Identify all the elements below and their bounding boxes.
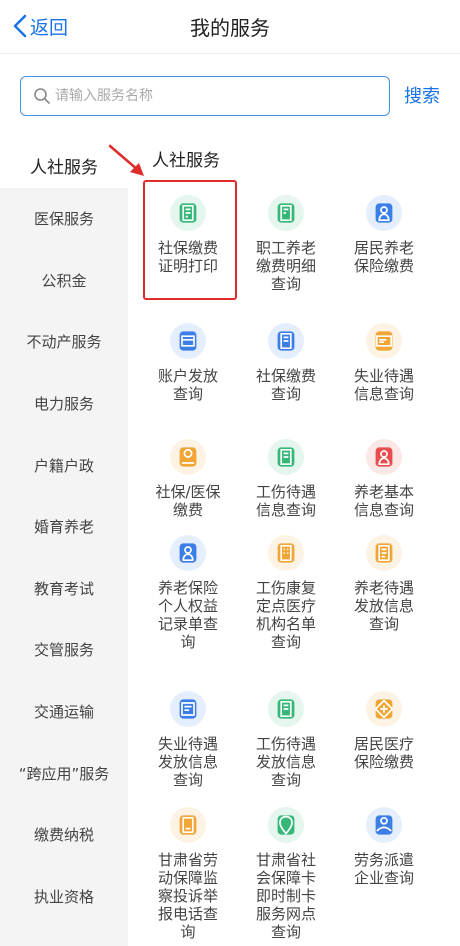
category-sidebar: 人社服务 医保服务 公积金 不动产服务 电力服务 户籍户政 婚育养老 教育考试 交管服务 交通运… — [0, 142, 128, 946]
sidebar-item[interactable]: 执业资格 — [0, 866, 128, 928]
service-item[interactable]: 职工养老缴费明细查询 — [236, 185, 336, 293]
sidebar-item[interactable]: 电力服务 — [0, 373, 128, 435]
service-label: 居民养老保险缴费 — [353, 239, 414, 275]
service-label: 社保缴费查询 — [255, 367, 316, 403]
hand-coin-icon — [170, 439, 206, 475]
service-label: 工伤康复定点医疗机构名单查询 — [255, 579, 316, 651]
elder-search-icon — [366, 439, 402, 475]
service-label: 甘肃省劳动保障监察投诉举报电话查询 — [157, 851, 218, 941]
sidebar-item[interactable]: 缴费纳税 — [0, 804, 128, 866]
document-yen-search-icon — [268, 439, 304, 475]
service-label: 工伤待遇发放信息查询 — [255, 735, 316, 789]
service-item[interactable]: 社保/医保缴费 — [138, 429, 238, 519]
card-search-icon — [366, 323, 402, 359]
service-item[interactable]: 养老保险个人权益记录单查询 — [138, 525, 238, 651]
service-label: 养老基本信息查询 — [353, 483, 414, 519]
document-star-icon — [170, 195, 206, 231]
hand-person-icon — [366, 807, 402, 843]
service-item[interactable]: 工伤待遇发放信息查询 — [236, 681, 336, 789]
service-label: 社保/医保缴费 — [155, 483, 221, 519]
sidebar-item[interactable]: “跨应用”服务 — [0, 742, 128, 804]
service-label: 居民医疗保险缴费 — [353, 735, 414, 771]
search-row: 搜索 — [0, 54, 460, 142]
service-label: 失业待遇发放信息查询 — [157, 735, 218, 789]
bank-card-search-icon — [170, 323, 206, 359]
service-label: 账户发放查询 — [157, 367, 218, 403]
service-item[interactable]: 工伤康复定点医疗机构名单查询 — [236, 525, 336, 651]
document-edit-icon — [366, 535, 402, 571]
service-item[interactable]: 账户发放查询 — [138, 313, 238, 403]
service-item[interactable]: 失业待遇发放信息查询 — [138, 681, 238, 789]
search-button[interactable]: 搜索 — [404, 82, 440, 108]
list-search-icon — [170, 691, 206, 727]
sidebar-item[interactable]: 交通运输 — [0, 681, 128, 743]
service-item[interactable]: 社保缴费查询 — [236, 313, 336, 403]
service-item[interactable]: 工伤待遇信息查询 — [236, 429, 336, 519]
service-label: 劳务派遣企业查询 — [353, 851, 414, 887]
sidebar-item[interactable]: 医保服务 — [0, 188, 128, 250]
document-search-icon — [268, 323, 304, 359]
sidebar-item[interactable]: 婚育养老 — [0, 496, 128, 558]
search-icon — [34, 88, 50, 104]
search-input[interactable] — [55, 88, 375, 104]
service-label: 养老保险个人权益记录单查询 — [157, 579, 218, 651]
medical-diamond-icon — [366, 691, 402, 727]
service-label: 工伤待遇信息查询 — [255, 483, 316, 519]
sidebar-item[interactable]: 公积金 — [0, 250, 128, 312]
phone-icon — [170, 807, 206, 843]
top-bar: 返回 我的服务 — [0, 0, 460, 54]
service-label: 养老待遇发放信息查询 — [353, 579, 414, 633]
elder-person-icon — [366, 195, 402, 231]
document-yen-search-icon — [268, 691, 304, 727]
service-item[interactable]: 社保缴费证明打印 — [138, 185, 238, 275]
map-pin-icon — [268, 807, 304, 843]
service-item[interactable]: 劳务派遣企业查询 — [334, 797, 434, 887]
sidebar-item[interactable]: 教育考试 — [0, 558, 128, 620]
sidebar-list: 医保服务 公积金 不动产服务 电力服务 户籍户政 婚育养老 教育考试 交管服务 交通运输 “跨应用… — [0, 188, 128, 946]
service-item[interactable]: 甘肃省劳动保障监察投诉举报电话查询 — [138, 797, 238, 941]
service-label: 甘肃省社会保障卡即时制卡服务网点查询 — [255, 851, 316, 941]
section-title: 人社服务 — [152, 151, 220, 171]
building-icon — [268, 535, 304, 571]
service-label: 职工养老缴费明细查询 — [255, 239, 316, 293]
service-item[interactable]: 甘肃省社会保障卡即时制卡服务网点查询 — [236, 797, 336, 941]
sidebar-item[interactable]: 户籍户政 — [0, 434, 128, 496]
service-item[interactable]: 养老基本信息查询 — [334, 429, 434, 519]
service-label: 失业待遇信息查询 — [353, 367, 414, 403]
service-item[interactable]: 失业待遇信息查询 — [334, 313, 434, 403]
service-label: 社保缴费证明打印 — [157, 239, 218, 275]
service-item[interactable]: 居民养老保险缴费 — [334, 185, 434, 275]
sidebar-item[interactable]: 交管服务 — [0, 619, 128, 681]
document-money-icon — [268, 195, 304, 231]
service-item[interactable]: 居民医疗保险缴费 — [334, 681, 434, 771]
red-arrow-annotation — [108, 144, 144, 176]
sidebar-item[interactable]: 不动产服务 — [0, 311, 128, 373]
elder-person-icon — [170, 535, 206, 571]
search-box[interactable] — [20, 76, 390, 116]
service-item[interactable]: 养老待遇发放信息查询 — [334, 525, 434, 633]
page-title: 我的服务 — [190, 16, 270, 40]
